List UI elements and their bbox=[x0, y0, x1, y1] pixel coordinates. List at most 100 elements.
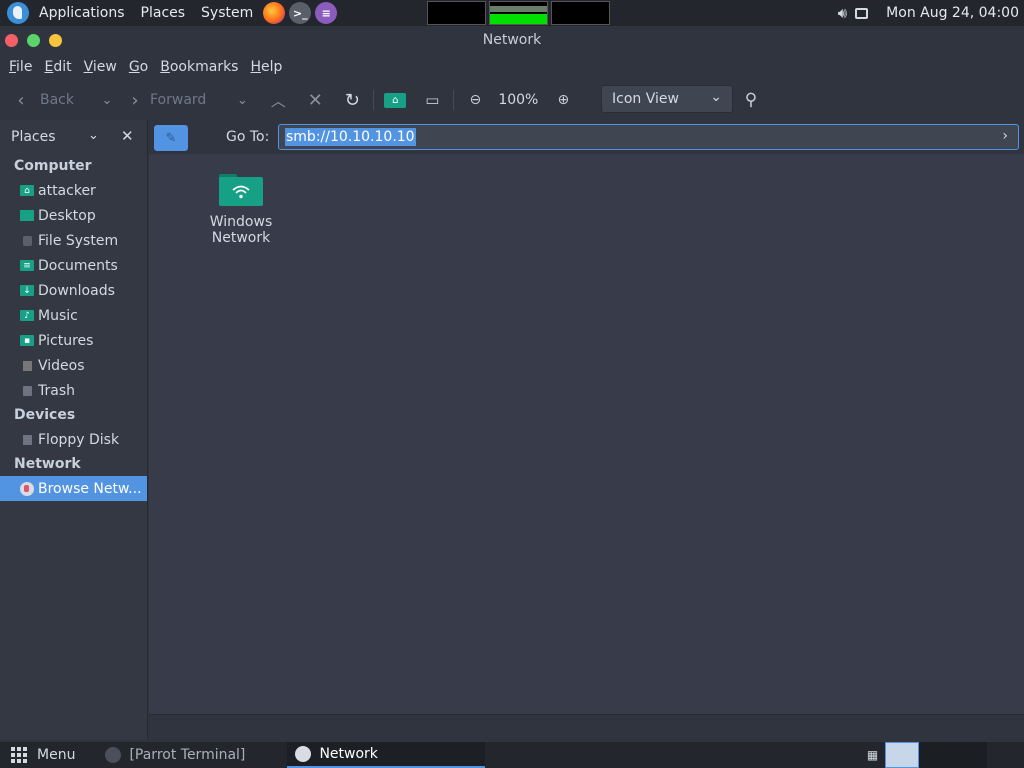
menu-bookmarks[interactable]: Bookmarks bbox=[154, 59, 244, 75]
file-manager-window: Network File Edit View Go Bookmarks Help… bbox=[0, 26, 1024, 742]
file-view[interactable]: Windows Network bbox=[149, 154, 1024, 714]
system-menu[interactable]: System bbox=[193, 0, 261, 26]
go-arrow-icon[interactable]: › bbox=[1002, 128, 1008, 144]
desktop-folder-icon bbox=[20, 210, 34, 221]
parrot-logo-icon[interactable] bbox=[7, 2, 29, 24]
network-item-label: Windows Network bbox=[209, 214, 273, 246]
sidebar-item-label: Videos bbox=[38, 357, 85, 374]
terminal-launcher-icon[interactable]: >_ bbox=[289, 2, 312, 24]
location-bar: ✎ Go To: smb://10.10.10.10 › bbox=[149, 120, 1024, 154]
zoom-level[interactable]: 100% bbox=[498, 92, 538, 108]
network-item[interactable]: Windows Network bbox=[179, 174, 303, 246]
sidebar-item-music[interactable]: ♪ Music bbox=[0, 303, 147, 328]
display-icon[interactable] bbox=[855, 7, 869, 19]
sidebar-title[interactable]: Places bbox=[11, 129, 56, 145]
menu-edit-label: dit bbox=[53, 59, 72, 75]
back-button[interactable]: ‹ Back bbox=[10, 85, 74, 115]
toolbar-separator-2 bbox=[453, 90, 455, 110]
sidebar-item-label: Downloads bbox=[38, 282, 115, 299]
up-arrow-icon[interactable]: ︿ bbox=[267, 89, 289, 111]
sidebar-item-attacker[interactable]: ⌂ attacker bbox=[0, 178, 147, 203]
sidebar-item-browse-network[interactable]: Browse Netw... bbox=[0, 476, 147, 501]
reload-icon[interactable]: ↻ bbox=[341, 89, 363, 111]
trash-icon bbox=[23, 385, 32, 396]
minimize-window-button[interactable] bbox=[49, 33, 62, 47]
menu-file-label: ile bbox=[16, 59, 33, 75]
zoom-in-icon[interactable]: ⊕ bbox=[552, 89, 574, 111]
sidebar-item-trash[interactable]: Trash bbox=[0, 378, 147, 403]
stop-icon[interactable]: ✕ bbox=[304, 89, 326, 111]
pencil-icon: ✎ bbox=[165, 130, 177, 146]
task-label: [Parrot Terminal] bbox=[129, 747, 246, 763]
wifi-icon bbox=[232, 185, 250, 198]
task-label: Network bbox=[319, 746, 378, 762]
sidebar-item-pictures[interactable]: ▪ Pictures bbox=[0, 328, 147, 353]
menu-view-mnemonic: V bbox=[83, 59, 93, 75]
sidebar-chevron-down-icon[interactable]: ⌄ bbox=[88, 128, 99, 143]
sidebar-item-documents[interactable]: ≡ Documents bbox=[0, 253, 147, 278]
sidebar-item-label: File System bbox=[38, 232, 119, 249]
status-bar bbox=[149, 714, 1024, 742]
task-network[interactable]: Network bbox=[287, 742, 486, 768]
sidebar-item-label: attacker bbox=[38, 182, 96, 199]
forward-button[interactable]: › Forward bbox=[124, 85, 206, 115]
task-parrot-terminal[interactable]: [Parrot Terminal] bbox=[97, 742, 287, 768]
sidebar-item-desktop[interactable]: Desktop bbox=[0, 203, 147, 228]
menu-edit-mnemonic: E bbox=[44, 59, 54, 75]
computer-icon[interactable]: ▭ bbox=[421, 89, 443, 111]
home-folder-icon[interactable]: ⌂ bbox=[384, 92, 407, 108]
workspace-switcher[interactable]: ▦ bbox=[860, 742, 987, 768]
close-window-button[interactable] bbox=[5, 33, 18, 47]
floppy-icon bbox=[23, 434, 32, 445]
forward-history-chevron-icon[interactable]: ⌄ bbox=[231, 89, 253, 111]
location-input[interactable]: smb://10.10.10.10 › bbox=[278, 124, 1019, 150]
main-menu-button[interactable]: Menu bbox=[0, 742, 83, 768]
workspace-4[interactable] bbox=[953, 742, 987, 768]
workspace-3[interactable] bbox=[919, 742, 953, 768]
memory-monitor-graph bbox=[489, 1, 548, 25]
sidebar-item-videos[interactable]: Videos bbox=[0, 353, 147, 378]
menu-view-label: iew bbox=[92, 59, 117, 75]
top-panel: Applications Places System >_ ≡ 🔊︎ Mon A… bbox=[0, 0, 1024, 26]
zoom-out-icon[interactable]: ⊖ bbox=[464, 89, 486, 111]
section-devices: Devices bbox=[14, 407, 76, 423]
window-title: Network bbox=[482, 32, 542, 48]
menu-help[interactable]: Help bbox=[244, 59, 288, 75]
workspace-2[interactable] bbox=[885, 742, 919, 768]
menu-go[interactable]: Go bbox=[123, 59, 154, 75]
menu-help-label: elp bbox=[261, 59, 283, 75]
view-mode-select[interactable]: Icon View ⌄ bbox=[601, 85, 733, 113]
toolbar-separator bbox=[373, 90, 375, 110]
text-editor-launcher-icon[interactable]: ≡ bbox=[315, 2, 338, 24]
home-folder-icon: ⌂ bbox=[20, 185, 34, 196]
section-computer: Computer bbox=[14, 158, 92, 174]
menu-label: Menu bbox=[37, 747, 76, 763]
menu-file[interactable]: File bbox=[3, 59, 38, 75]
sidebar-close-icon[interactable]: ✕ bbox=[121, 127, 134, 145]
menu-view[interactable]: View bbox=[78, 59, 123, 75]
cpu-monitor-graph bbox=[427, 1, 486, 25]
applications-menu[interactable]: Applications bbox=[31, 0, 133, 26]
back-history-chevron-icon[interactable]: ⌄ bbox=[96, 89, 118, 111]
firefox-launcher-icon[interactable] bbox=[263, 2, 286, 24]
sidebar-item-label: Trash bbox=[38, 382, 75, 399]
sidebar-item-floppy-disk[interactable]: Floppy Disk bbox=[0, 427, 147, 452]
title-bar[interactable]: Network bbox=[0, 26, 1024, 54]
toggle-location-entry-button[interactable]: ✎ bbox=[154, 125, 188, 151]
forward-arrow-icon: › bbox=[131, 89, 139, 111]
music-folder-icon: ♪ bbox=[20, 310, 34, 321]
search-icon[interactable]: ⚲ bbox=[740, 89, 762, 111]
sidebar-item-file-system[interactable]: File System bbox=[0, 228, 147, 253]
forward-label: Forward bbox=[150, 92, 207, 108]
clock[interactable]: Mon Aug 24, 04:00 bbox=[878, 0, 1024, 26]
bottom-panel: Menu [Parrot Terminal] Network ▦ bbox=[0, 742, 1024, 768]
maximize-window-button[interactable] bbox=[27, 33, 40, 47]
volume-icon[interactable]: 🔊︎ bbox=[838, 4, 847, 22]
film-icon bbox=[23, 360, 32, 371]
downloads-folder-icon: ↓ bbox=[20, 285, 34, 296]
drive-icon bbox=[23, 235, 32, 246]
workspace-1[interactable]: ▦ bbox=[860, 742, 885, 768]
places-menu[interactable]: Places bbox=[133, 0, 194, 26]
sidebar-item-downloads[interactable]: ↓ Downloads bbox=[0, 278, 147, 303]
menu-edit[interactable]: Edit bbox=[38, 59, 77, 75]
